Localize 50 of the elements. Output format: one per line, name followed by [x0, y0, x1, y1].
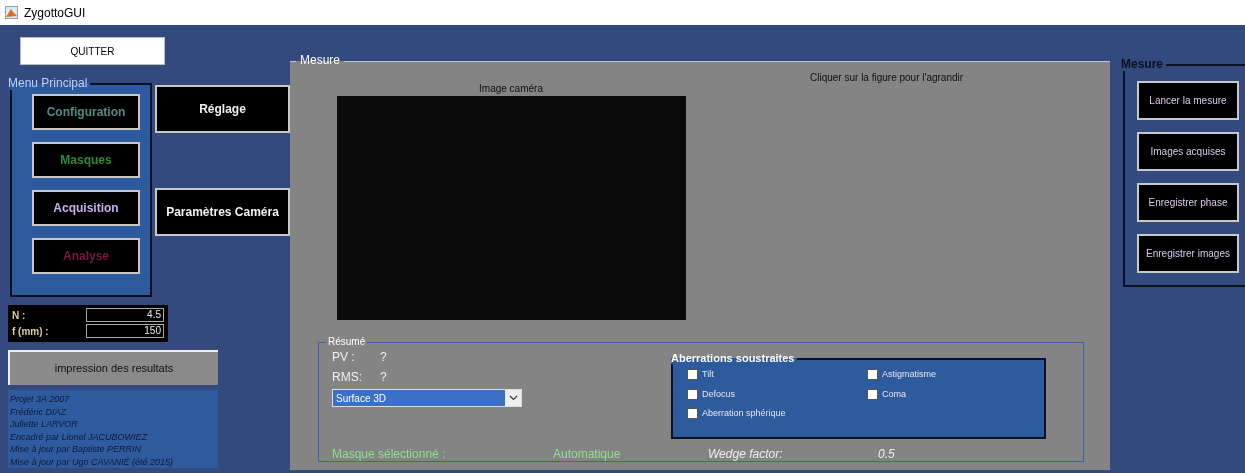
credit-line: Mise à jour par Baptiste PERRIN — [10, 443, 143, 456]
quit-button[interactable]: QUITTER — [20, 37, 165, 65]
credit-line: Encadré par Lionel JACUBOWIEZ — [10, 430, 149, 443]
checkbox[interactable] — [687, 369, 698, 381]
panel-title: Menu Principal — [8, 77, 89, 89]
action-button[interactable]: Images acquises — [1137, 132, 1239, 171]
parameter-field[interactable]: 4.5 — [86, 308, 164, 322]
panel-title: Résumé — [327, 337, 367, 347]
checkbox-label: Tilt — [702, 368, 714, 381]
checkbox[interactable] — [687, 408, 698, 420]
menu-button[interactable]: Masques — [32, 142, 140, 178]
checkbox-label: Aberration sphérique — [702, 407, 786, 420]
action-button[interactable]: Enregistrer images — [1137, 234, 1239, 273]
panel-title: Mesure — [299, 54, 341, 66]
view-dropdown[interactable]: Surface 3D — [332, 389, 522, 407]
credit-line: Projet 3A 2007 — [10, 393, 71, 406]
credit-line: Frédéric DIAZ — [10, 405, 67, 418]
pv-value: ? — [380, 349, 387, 366]
print-results-button[interactable]: impression des resultats — [8, 350, 218, 385]
side-button[interactable]: Réglage — [155, 85, 290, 133]
checkbox[interactable] — [867, 388, 878, 400]
action-button[interactable]: Lancer la mesure — [1137, 81, 1239, 120]
rms-label: RMS: — [332, 369, 362, 386]
menu-button[interactable]: Acquisition — [32, 190, 140, 226]
pv-label: PV : — [332, 349, 356, 366]
rms-value: ? — [380, 369, 387, 386]
menu-button[interactable]: Configuration — [32, 94, 140, 130]
panel-title: Aberrations soustraites — [671, 353, 796, 364]
action-button[interactable]: Enregistrer phase — [1137, 183, 1239, 222]
parameter-label: f (mm) : — [12, 324, 49, 339]
side-button[interactable]: Paramètres Caméra — [155, 188, 290, 236]
app-icon — [5, 6, 18, 19]
wedge-label: Wedge factor: — [708, 446, 784, 463]
parameter-label: N : — [12, 308, 26, 323]
checkbox-label: Coma — [882, 387, 906, 401]
checkbox[interactable] — [687, 388, 698, 400]
credit-line: Mise à jour par Ugo CAVANIÉ (été 2015) — [10, 455, 175, 468]
window-title: ZygottoGUI — [24, 4, 86, 22]
parameter-field[interactable]: 150 — [86, 324, 164, 338]
caret-icon — [508, 395, 518, 401]
credit-line: Juliette LARVOR — [10, 418, 79, 431]
mask-value: Automatique — [553, 446, 622, 463]
wedge-value: 0.5 — [878, 446, 895, 463]
image-label: Image caméra — [479, 82, 543, 96]
checkbox[interactable] — [867, 369, 878, 381]
checkbox-label: Defocus — [702, 387, 736, 401]
hint-text: Cliquer sur la figure pour l'agrandir — [810, 71, 964, 85]
panel-title: Mesure — [1121, 58, 1165, 70]
checkbox-label: Astigmatisme — [882, 368, 936, 381]
mask-label: Masque sélectionné : — [332, 446, 447, 463]
